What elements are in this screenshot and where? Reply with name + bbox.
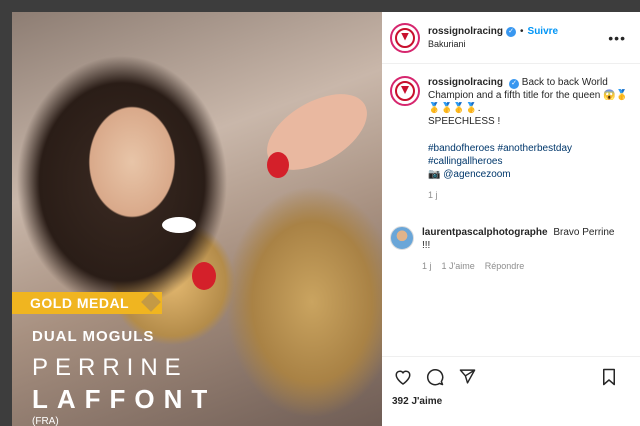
hashtags-line-2[interactable]: #callingallheroes (428, 155, 632, 168)
post-sidebar: rossignolracing ✓ • Suivre Bakuriani •••… (382, 12, 640, 426)
reply-button[interactable]: Répondre (485, 260, 525, 273)
gold-medal-banner: GOLD MEDAL (12, 292, 162, 314)
more-options-icon[interactable]: ••• (608, 30, 626, 46)
event-name: DUAL MOGULS (32, 328, 155, 345)
athlete-first-name: PERRINE (32, 354, 188, 381)
header-username[interactable]: rossignolracing (428, 26, 503, 37)
screenshot-frame: GOLD MEDAL DUAL MOGULS PERRINE LAFFONT (… (0, 0, 640, 426)
verified-badge-icon: ✓ (509, 79, 520, 89)
bookmark-icon[interactable] (598, 366, 620, 388)
hashtags-line-1[interactable]: #bandofheroes #anotherbestday (428, 142, 632, 155)
photo-credit[interactable]: 📷 @agencezoom (428, 168, 632, 181)
instagram-post: GOLD MEDAL DUAL MOGULS PERRINE LAFFONT (… (12, 12, 640, 426)
comment-icon[interactable] (424, 366, 446, 388)
post-image[interactable]: GOLD MEDAL DUAL MOGULS PERRINE LAFFONT (… (12, 12, 382, 426)
comment-likes[interactable]: 1 J'aime (442, 260, 475, 273)
avatar[interactable] (390, 22, 420, 53)
caption-avatar[interactable] (390, 76, 420, 106)
comment-time[interactable]: 1 j (422, 260, 432, 273)
commenter-avatar[interactable] (390, 226, 414, 250)
post-header: rossignolracing ✓ • Suivre Bakuriani ••• (382, 12, 640, 64)
caption-username[interactable]: rossignolracing (428, 77, 503, 88)
likes-count[interactable]: 392 J'aime (382, 396, 640, 426)
comment-username[interactable]: laurentpascalphotographe (422, 227, 548, 238)
rossignol-logo-icon (395, 81, 415, 101)
location-link[interactable]: Bakuriani (428, 39, 558, 49)
athlete-last-name: LAFFONT (32, 384, 217, 414)
comments-section: rossignolracing ✓ Back to back World Cham… (382, 64, 640, 356)
share-icon[interactable] (456, 366, 478, 388)
comment-item: laurentpascalphotographe Bravo Perrine !… (390, 226, 632, 273)
caption-exclaim: SPEECHLESS ! (428, 116, 501, 127)
separator-dot: • (520, 26, 524, 37)
athlete-country: (FRA) (32, 416, 59, 426)
verified-badge-icon: ✓ (506, 26, 517, 37)
heart-icon[interactable] (392, 366, 414, 388)
caption: rossignolracing ✓ Back to back World Cham… (390, 76, 632, 202)
follow-button[interactable]: Suivre (528, 26, 559, 37)
action-bar (382, 356, 640, 396)
rossignol-logo-icon (395, 27, 415, 48)
caption-time[interactable]: 1 j (428, 189, 632, 202)
